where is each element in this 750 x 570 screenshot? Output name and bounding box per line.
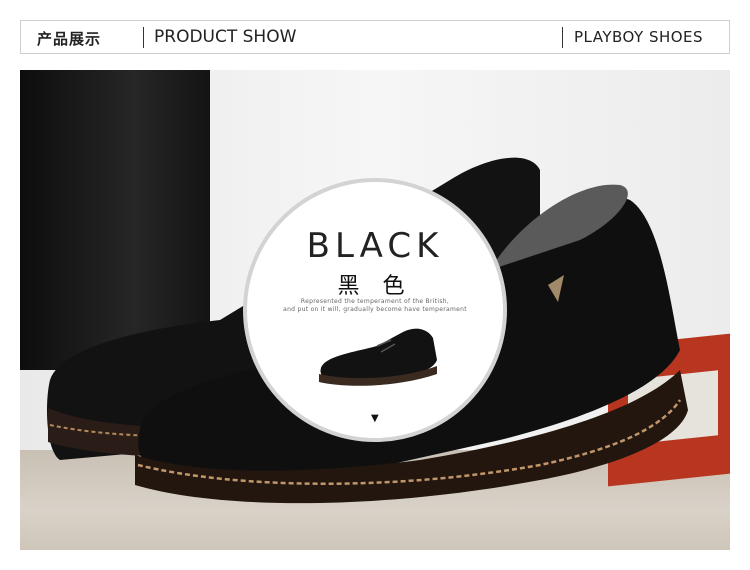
- section-title-cn: 产品展示: [37, 30, 102, 48]
- tagline-line-1: Represented the temperament of the Briti…: [300, 298, 450, 305]
- color-name-cn: 黑 色: [337, 274, 413, 299]
- section-title-en: PRODUCT SHOW: [154, 27, 297, 47]
- header-divider: [143, 27, 144, 48]
- down-triangle-icon: ▼: [371, 413, 379, 424]
- tagline-line-2: and put on it will, gradually become hav…: [283, 306, 467, 313]
- brand-name: PLAYBOY SHOES: [574, 28, 704, 46]
- section-header: 产品展示 PRODUCT SHOW PLAYBOY SHOES: [20, 20, 730, 54]
- color-name-en: BLACK: [306, 226, 444, 266]
- header-divider: [562, 27, 563, 48]
- color-badge: BLACK 黑 色 Represented the temperament of…: [243, 178, 507, 442]
- shoe-thumbnail: [319, 328, 437, 386]
